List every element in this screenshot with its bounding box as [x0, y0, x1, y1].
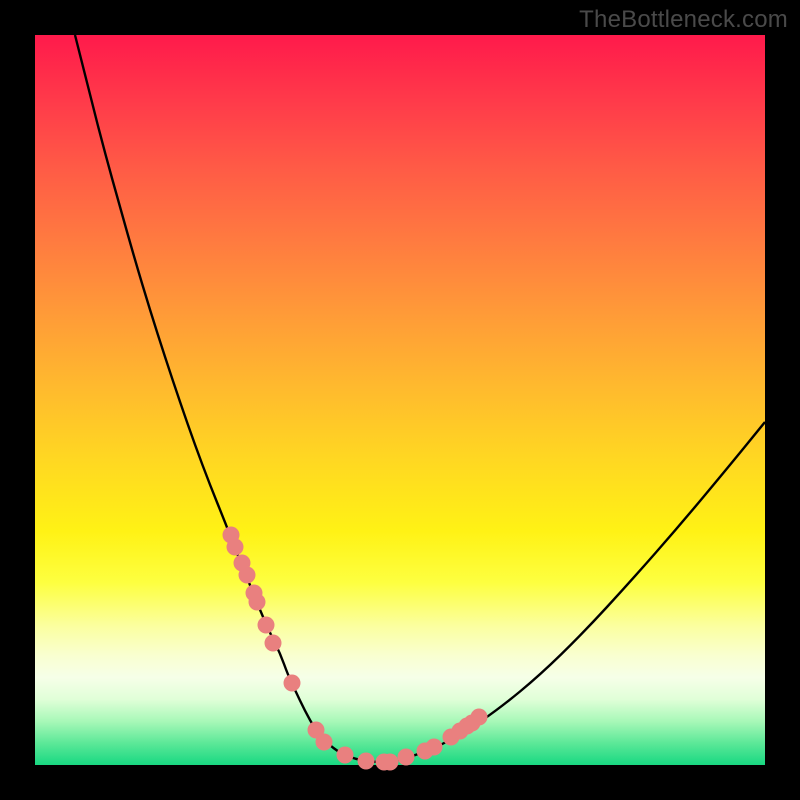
highlight-dot	[249, 594, 266, 611]
highlight-dot	[426, 739, 443, 756]
highlight-dot	[382, 754, 399, 771]
highlight-dots	[223, 527, 488, 771]
highlight-dot	[239, 567, 256, 584]
highlight-dot	[284, 675, 301, 692]
highlight-dot	[337, 747, 354, 764]
chart-frame: TheBottleneck.com	[0, 0, 800, 800]
watermark-text: TheBottleneck.com	[579, 6, 788, 34]
highlight-dot	[358, 753, 375, 770]
highlight-dot	[265, 635, 282, 652]
highlight-dot	[471, 709, 488, 726]
highlight-dot	[398, 749, 415, 766]
plot-area	[35, 35, 765, 765]
highlight-dot	[316, 734, 333, 751]
curve-svg	[35, 35, 765, 765]
bottleneck-curve	[75, 35, 765, 762]
highlight-dot	[227, 539, 244, 556]
highlight-dot	[258, 617, 275, 634]
